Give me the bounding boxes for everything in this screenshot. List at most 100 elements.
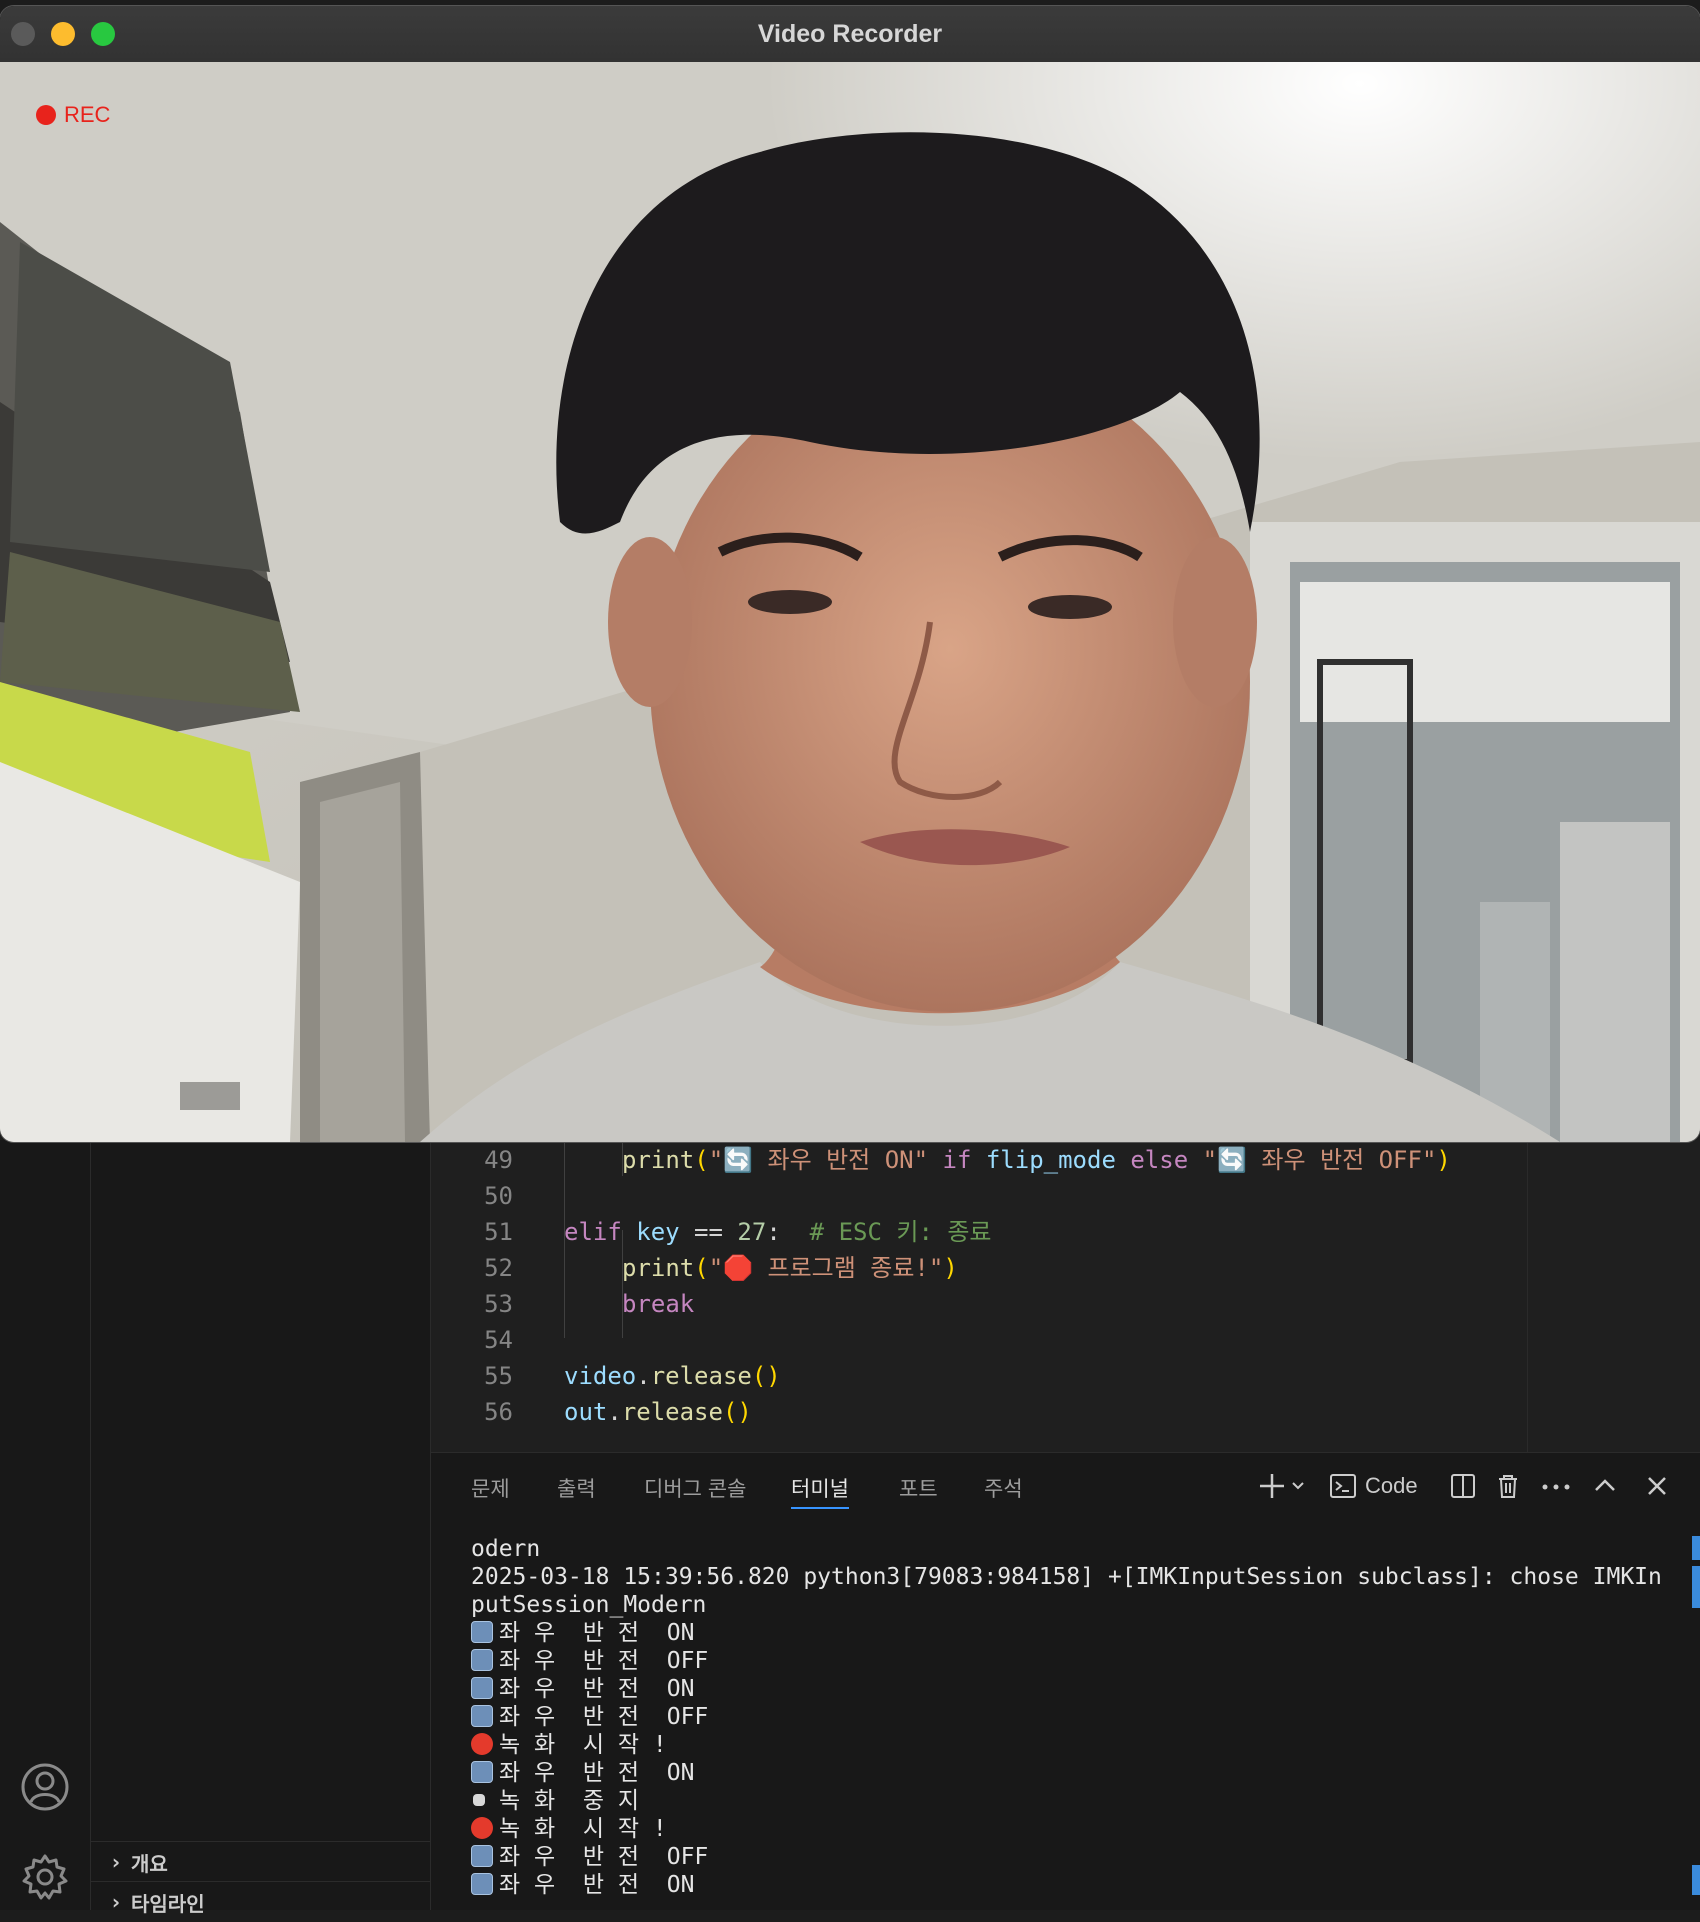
tab-terminal[interactable]: 터미널: [791, 1473, 849, 1509]
code-token: video: [564, 1362, 637, 1390]
minimap[interactable]: [1527, 1140, 1700, 1452]
code-line[interactable]: 52 print("🛑 프로그램 종료!"): [431, 1250, 1528, 1286]
rec-indicator: REC: [36, 102, 110, 128]
scrollbar-marker[interactable]: [1692, 1566, 1700, 1608]
sidebar: › 개요 › 타임라인: [91, 1140, 431, 1916]
terminal-line-text: 좌 우 반 전 ON: [499, 1620, 695, 1646]
terminal-profile-button[interactable]: Code: [1329, 1469, 1418, 1503]
maximize-panel-button[interactable]: [1591, 1469, 1619, 1503]
trash-icon: [1499, 1475, 1517, 1498]
code-token: key: [636, 1218, 695, 1246]
code-text: break: [622, 1286, 694, 1322]
code-text: out.release(): [564, 1394, 752, 1430]
line-number: 53: [484, 1290, 513, 1318]
line-number: 52: [484, 1254, 513, 1282]
gear-icon[interactable]: [20, 1852, 70, 1902]
plus-icon: [1260, 1474, 1304, 1498]
line-number: 51: [484, 1218, 513, 1246]
code-editor[interactable]: 49 print("🔄 좌우 반전 ON" if flip_mode else "…: [431, 1140, 1700, 1452]
tab-debug-console[interactable]: 디버그 콘솔: [644, 1473, 746, 1507]
code-token: (: [694, 1146, 709, 1174]
code-token: "🔄 좌우 반전 OFF": [1202, 1146, 1437, 1174]
terminal-line-text: putSession_Modern: [471, 1592, 707, 1618]
terminal-line-text: 좌 우 반 전 ON: [499, 1760, 695, 1786]
tab-comments[interactable]: 주석: [984, 1473, 1023, 1507]
code-token: (): [722, 1398, 752, 1426]
terminal-line-text: 2025-03-18 15:39:56.820 python3[79083:98…: [471, 1564, 1662, 1590]
account-icon[interactable]: [20, 1762, 70, 1812]
repeat-icon: [471, 1845, 493, 1867]
terminal-line: 좌 우 반 전 OFF: [471, 1647, 1671, 1675]
terminal-line-text: 좌 우 반 전 OFF: [499, 1844, 709, 1870]
code-token: print: [622, 1254, 695, 1282]
terminal-line: 좌 우 반 전 ON: [471, 1675, 1671, 1703]
code-line[interactable]: 54: [431, 1322, 1528, 1358]
code-token: 27: [737, 1218, 767, 1246]
sidebar-section-outline[interactable]: › 개요: [91, 1841, 431, 1882]
record-dot-icon: [36, 105, 56, 125]
code-line[interactable]: 55 video.release(): [431, 1358, 1528, 1394]
terminal-line: 좌 우 반 전 OFF: [471, 1703, 1671, 1731]
more-actions-button[interactable]: [1539, 1469, 1573, 1503]
code-text: elif key == 27: # ESC 키: 종료: [564, 1214, 992, 1250]
code-text: print("🛑 프로그램 종료!"): [622, 1250, 958, 1286]
repeat-icon: [471, 1677, 493, 1699]
terminal-line: 좌 우 반 전 ON: [471, 1619, 1671, 1647]
kill-terminal-button[interactable]: [1494, 1469, 1522, 1503]
scrollbar-marker[interactable]: [1692, 1865, 1700, 1895]
code-token: flip_mode: [985, 1146, 1131, 1174]
code-token: (: [694, 1254, 709, 1282]
line-number: 56: [484, 1398, 513, 1426]
window-title: Video Recorder: [757, 20, 943, 48]
camera-feed: REC: [0, 62, 1700, 1142]
tab-problems[interactable]: 문제: [471, 1473, 510, 1507]
terminal-line-text: 좌 우 반 전 OFF: [499, 1704, 709, 1730]
terminal-line-text: 좌 우 반 전 OFF: [499, 1648, 709, 1674]
code-line[interactable]: 53 break: [431, 1286, 1528, 1322]
activity-bar: [0, 1140, 91, 1910]
record-icon: [471, 1733, 493, 1755]
line-number: 55: [484, 1362, 513, 1390]
bottom-panel: 문제 출력 디버그 콘솔 터미널 포트 주석 Code odern 2025-0…: [431, 1452, 1700, 1910]
terminal-line: 좌 우 반 전 ON: [471, 1759, 1671, 1787]
code-line[interactable]: 51 elif key == 27: # ESC 키: 종료: [431, 1214, 1528, 1250]
code-token: # ESC 키: 종료: [809, 1218, 992, 1246]
repeat-icon: [471, 1621, 493, 1643]
video-recorder-window: Video Recorder REC: [0, 6, 1700, 1142]
panel-tabs: 문제 출력 디버그 콘솔 터미널 포트 주석 Code: [431, 1453, 1700, 1515]
tab-output[interactable]: 출력: [557, 1473, 596, 1507]
terminal-output[interactable]: odern 2025-03-18 15:39:56.820 python3[790…: [471, 1535, 1671, 1899]
code-line[interactable]: 49 print("🔄 좌우 반전 ON" if flip_mode else "…: [431, 1142, 1528, 1178]
terminal-line: putSession_Modern: [471, 1591, 1671, 1619]
terminal-line: 녹 화 시 작 !: [471, 1731, 1671, 1759]
terminal-line: 좌 우 반 전 ON: [471, 1871, 1671, 1899]
split-icon: [1451, 1474, 1475, 1498]
code-token: ==: [694, 1218, 738, 1246]
close-panel-button[interactable]: [1643, 1469, 1671, 1503]
code-token: elif: [564, 1218, 637, 1246]
code-token: break: [622, 1290, 695, 1318]
terminal-icon: [1330, 1474, 1356, 1498]
code-token: ): [1436, 1146, 1451, 1174]
repeat-icon: [471, 1873, 493, 1895]
split-terminal-button[interactable]: [1449, 1469, 1477, 1503]
record-icon: [471, 1817, 493, 1839]
new-terminal-button[interactable]: [1259, 1469, 1307, 1503]
tab-ports[interactable]: 포트: [899, 1473, 938, 1507]
terminal-line: 녹 화 시 작 !: [471, 1815, 1671, 1843]
window-titlebar[interactable]: Video Recorder: [0, 6, 1700, 63]
sidebar-section-timeline[interactable]: › 타임라인: [91, 1881, 431, 1922]
code-token: ): [943, 1254, 958, 1282]
line-number: 49: [484, 1146, 513, 1174]
chevron-right-icon: ›: [111, 1890, 121, 1914]
terminal-line-text: 녹 화 중 지: [499, 1788, 640, 1814]
repeat-icon: [471, 1705, 493, 1727]
terminal-line-text: 좌 우 반 전 ON: [499, 1676, 695, 1702]
terminal-line: 좌 우 반 전 OFF: [471, 1843, 1671, 1871]
scrollbar-marker[interactable]: [1692, 1536, 1700, 1560]
code-line[interactable]: 50: [431, 1178, 1528, 1214]
code-token: "🔄 좌우 반전 ON": [708, 1146, 943, 1174]
code-line[interactable]: 56 out.release(): [431, 1394, 1528, 1430]
code-token: "🛑 프로그램 종료!": [708, 1254, 944, 1282]
code-token: release: [621, 1398, 723, 1426]
